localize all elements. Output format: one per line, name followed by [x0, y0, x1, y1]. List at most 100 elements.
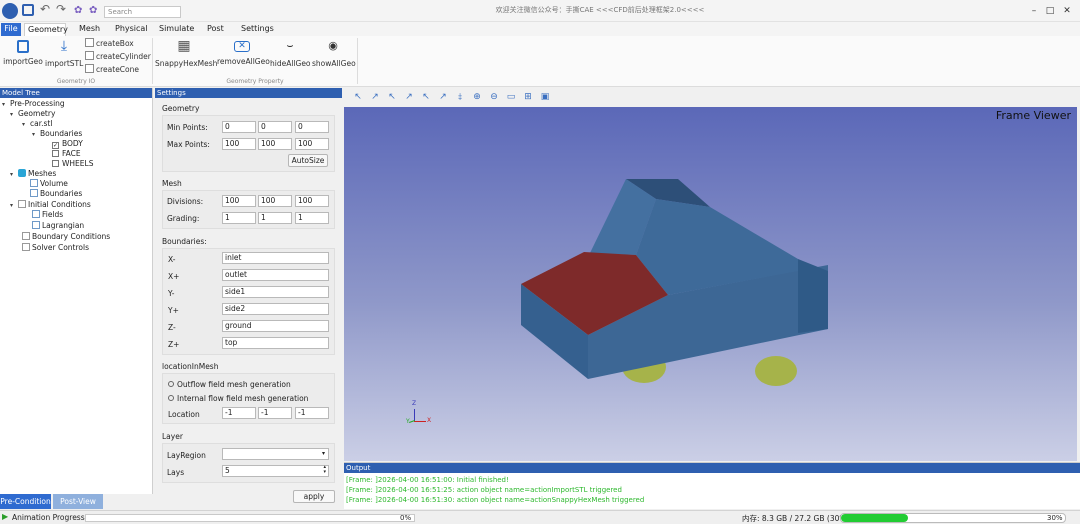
- tree-label: BODY: [62, 139, 83, 148]
- max-x-field[interactable]: 100: [222, 138, 256, 150]
- tab-post-view[interactable]: Post-View: [53, 494, 103, 509]
- redo-icon[interactable]: ↷: [56, 2, 66, 16]
- plugin-gear-icon[interactable]: ✿: [89, 5, 97, 16]
- outflow-option[interactable]: Outflow field mesh generation: [168, 380, 291, 389]
- remove-all-geo-button[interactable]: ✕ removeAllGeo: [217, 38, 270, 66]
- tab-pre-condition[interactable]: Pre-Condition: [0, 494, 51, 509]
- zoom-in-icon[interactable]: ⊕: [472, 92, 482, 102]
- spin-arrows-icon[interactable]: ▴ ▾: [323, 465, 326, 475]
- internal-label: Internal flow field mesh generation: [177, 394, 309, 403]
- max-z-field[interactable]: 100: [295, 138, 329, 150]
- loc-x-field[interactable]: -1: [222, 407, 256, 419]
- outflow-radio[interactable]: [168, 381, 174, 387]
- loc-z-field[interactable]: -1: [295, 407, 329, 419]
- max-points-label: Max Points:: [167, 140, 210, 149]
- boundary-label-zplus: Z+: [168, 340, 180, 349]
- maximize-icon[interactable]: □: [1043, 4, 1057, 18]
- tab-simulate[interactable]: Simulate: [156, 23, 197, 36]
- create-cone-button[interactable]: createCone: [85, 64, 139, 76]
- zoom-box-icon[interactable]: ▭: [506, 92, 516, 102]
- lays-spinbox[interactable]: 5 ▴ ▾: [222, 465, 329, 477]
- reset-view-icon[interactable]: ▣: [540, 92, 550, 102]
- create-box-button[interactable]: createBox: [85, 38, 134, 50]
- grad-z-field[interactable]: 1: [295, 212, 329, 224]
- show-all-geo-button[interactable]: ◉ showAllGeo: [312, 38, 356, 68]
- boundary-field-zminus[interactable]: ground: [222, 320, 329, 332]
- mesh-icon: ▦: [177, 38, 191, 54]
- tree-item-boundary-conditions[interactable]: Boundary Conditions: [22, 232, 110, 242]
- close-icon[interactable]: ✕: [1060, 4, 1074, 18]
- play-icon[interactable]: ▶: [2, 512, 8, 521]
- undo-icon[interactable]: ↶: [40, 2, 50, 16]
- max-y-field[interactable]: 100: [258, 138, 292, 150]
- save-icon[interactable]: [22, 4, 34, 16]
- tab-mesh[interactable]: Mesh: [76, 23, 103, 36]
- min-x-field[interactable]: 0: [222, 121, 256, 133]
- tree-label: Pre-Processing: [10, 99, 65, 108]
- loc-y-field[interactable]: -1: [258, 407, 292, 419]
- tree-item-wheels[interactable]: WHEELS: [52, 159, 93, 169]
- grading-label: Grading:: [167, 214, 200, 223]
- internal-radio[interactable]: [168, 395, 174, 401]
- boundary-field-yplus[interactable]: side2: [222, 303, 329, 315]
- tab-post[interactable]: Post: [204, 23, 227, 36]
- view-xminus-icon[interactable]: ↗: [370, 92, 380, 102]
- view-xplus-icon[interactable]: ↖: [353, 92, 363, 102]
- eye-closed-icon: ⌣: [286, 39, 294, 52]
- fit-view-icon[interactable]: ⊞: [523, 92, 533, 102]
- tree-item-body[interactable]: ✓ BODY: [52, 139, 83, 149]
- hide-all-geo-button[interactable]: ⌣ hideAllGeo: [270, 38, 311, 68]
- div-x-field[interactable]: 100: [222, 195, 256, 207]
- tab-geometry[interactable]: Geometry: [24, 23, 68, 36]
- memory-label: 内存: 8.3 GB / 27.2 GB (30%): [742, 514, 850, 523]
- boundary-field-xminus[interactable]: inlet: [222, 252, 329, 264]
- min-y-field[interactable]: 0: [258, 121, 292, 133]
- bottom-tabs: Pre-Condition Post-View: [0, 494, 153, 509]
- import-geo-button[interactable]: importGeo: [3, 38, 43, 66]
- tab-settings[interactable]: Settings: [238, 23, 277, 36]
- apply-button[interactable]: apply: [293, 490, 335, 503]
- tree-item-mesh-boundaries[interactable]: Boundaries: [30, 189, 82, 199]
- view-zminus-icon[interactable]: ↗: [438, 92, 448, 102]
- tab-physical[interactable]: Physical: [112, 23, 151, 36]
- import-stl-button[interactable]: ⤓ importSTL: [45, 38, 83, 68]
- tree-item-solver-controls[interactable]: Solver Controls: [22, 243, 89, 253]
- wheels-checkbox[interactable]: [52, 160, 59, 167]
- div-y-field[interactable]: 100: [258, 195, 292, 207]
- settings-gear-icon[interactable]: ✿: [74, 5, 82, 16]
- model-tree-panel: Model Tree ▾ Pre-Processing ▾ Geometry ▾ ca…: [0, 88, 153, 494]
- tree-item-face[interactable]: FACE: [52, 149, 81, 159]
- status-bar: ▶ Animation Progress: 0% 内存: 8.3 GB / 27…: [0, 510, 1080, 524]
- frame-viewer[interactable]: Frame Viewer Z X Y: [344, 107, 1077, 461]
- boundary-field-xplus[interactable]: outlet: [222, 269, 329, 281]
- lay-region-select[interactable]: ▾: [222, 448, 329, 460]
- lay-region-label: LayRegion: [167, 451, 206, 460]
- tree-item-volume[interactable]: Volume: [30, 179, 68, 189]
- div-z-field[interactable]: 100: [295, 195, 329, 207]
- view-zplus-icon[interactable]: ↖: [421, 92, 431, 102]
- min-z-field[interactable]: 0: [295, 121, 329, 133]
- show-all-label: showAllGeo: [312, 59, 356, 68]
- tree-item-fields[interactable]: Fields: [32, 210, 63, 220]
- body-checkbox[interactable]: ✓: [52, 142, 59, 149]
- section-location-in-mesh: locationInMesh: [162, 362, 219, 371]
- tree-item-lagrangian[interactable]: Lagrangian: [32, 221, 84, 231]
- boundary-field-yminus[interactable]: side1: [222, 286, 329, 298]
- snappy-hex-mesh-button[interactable]: ▦ SnappyHexMesh: [155, 38, 217, 68]
- search-input[interactable]: Search: [104, 6, 181, 18]
- autosize-button[interactable]: AutoSize: [288, 154, 328, 167]
- minimize-icon[interactable]: –: [1027, 4, 1041, 18]
- lays-label: Lays: [167, 468, 185, 477]
- grad-y-field[interactable]: 1: [258, 212, 292, 224]
- menu-file[interactable]: File: [1, 23, 21, 36]
- internal-option[interactable]: Internal flow field mesh generation: [168, 394, 308, 403]
- view-yminus-icon[interactable]: ↗: [404, 92, 414, 102]
- view-yplus-icon[interactable]: ↖: [387, 92, 397, 102]
- face-checkbox[interactable]: [52, 150, 59, 157]
- download-icon: ⤓: [60, 38, 68, 54]
- grad-x-field[interactable]: 1: [222, 212, 256, 224]
- view-iso-icon[interactable]: ⤈: [455, 92, 465, 102]
- boundary-field-zplus[interactable]: top: [222, 337, 329, 349]
- create-cylinder-button[interactable]: createCylinder: [85, 51, 151, 63]
- zoom-out-icon[interactable]: ⊖: [489, 92, 499, 102]
